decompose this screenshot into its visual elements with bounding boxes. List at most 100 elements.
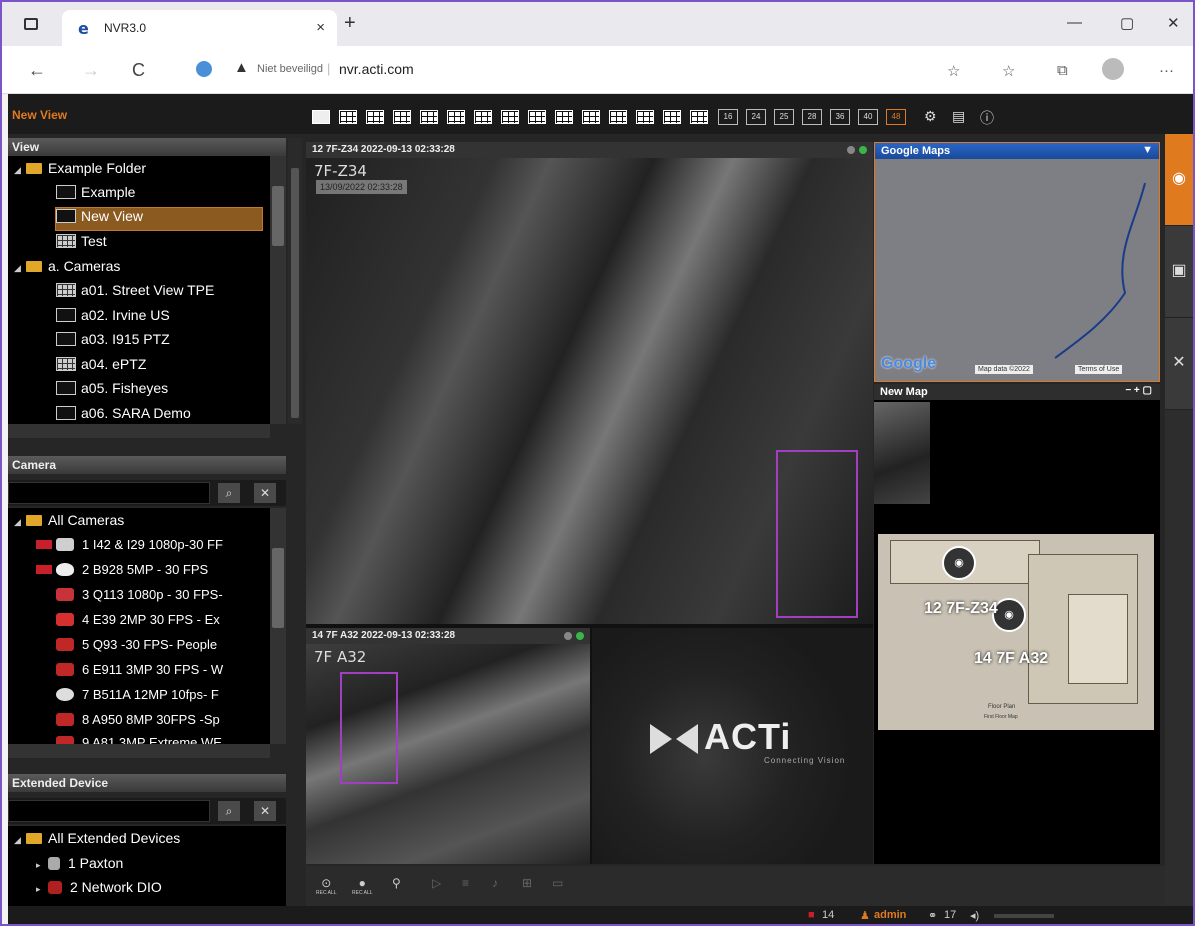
layout-20-button[interactable] <box>663 110 681 124</box>
warning-icon[interactable]: ▲ <box>234 59 249 76</box>
layout-22-button[interactable] <box>690 110 708 124</box>
layout-13b-button[interactable] <box>528 110 546 124</box>
info-icon[interactable]: ⓘ <box>980 108 994 128</box>
tree-folder-example[interactable]: ◢ Example Folder <box>14 160 146 182</box>
zoom-icon[interactable]: ⊞ <box>522 876 532 890</box>
tree-folder-all-cameras[interactable]: ◢ All Cameras <box>14 512 124 534</box>
layout-25n-button[interactable]: 25 <box>774 109 794 125</box>
close-window-button[interactable]: ✕ <box>1167 14 1180 32</box>
back-button[interactable]: ← <box>28 60 46 81</box>
tree-view-new-view[interactable]: New View <box>55 207 263 231</box>
splitter-thumb[interactable] <box>291 168 299 418</box>
camera-tree-scrollbar[interactable] <box>270 508 286 744</box>
camera-item[interactable]: 1 I42 & I29 1080p-30 FF <box>36 537 223 559</box>
tree-folder-all-extended[interactable]: ◢ All Extended Devices <box>14 830 180 852</box>
layout-19-button[interactable] <box>636 110 654 124</box>
current-user[interactable]: admin <box>874 909 906 921</box>
camera-item[interactable]: 6 E911 3MP 30 FPS - W <box>56 662 223 684</box>
camera-item[interactable]: 4 E39 2MP 30 FPS - Ex <box>56 612 220 634</box>
extended-item-dio[interactable]: ▸ 2 Network DIO <box>36 879 162 901</box>
tree-view-test[interactable]: Test <box>56 233 107 255</box>
view-tree-hscroll[interactable] <box>8 424 270 438</box>
playback-icon[interactable]: ▣ <box>1165 226 1193 318</box>
tree-view-a06[interactable]: a06. SARA Demo <box>56 405 191 424</box>
profile-icon[interactable] <box>1102 58 1124 80</box>
maximize-button[interactable]: ▢ <box>1120 14 1134 32</box>
search-icon[interactable]: ⌕ <box>218 801 240 821</box>
play-icon[interactable]: ▷ <box>432 876 441 890</box>
panel-splitter[interactable] <box>288 138 302 424</box>
layout-12-button[interactable] <box>474 110 492 124</box>
layout-36n-button[interactable]: 36 <box>830 109 850 125</box>
tree-view-a02[interactable]: a02. Irvine US <box>56 307 170 329</box>
tab-actions-icon[interactable] <box>24 18 38 30</box>
map-zoom-icons[interactable]: − + ▢ <box>1125 385 1152 396</box>
volume-icon[interactable]: ≡ <box>462 876 469 890</box>
fullscreen-icon[interactable]: ▭ <box>552 876 563 890</box>
google-maps-panel[interactable]: Google Maps ▼ Google Map data ©2022 Terms… <box>874 142 1160 382</box>
layout-4-button[interactable] <box>339 110 357 124</box>
extended-item-paxton[interactable]: ▸ 1 Paxton <box>36 855 123 877</box>
layout-16-button[interactable] <box>555 110 573 124</box>
scroll-thumb[interactable] <box>272 548 284 628</box>
camera-item[interactable]: 5 Q93 -30 FPS- People <box>56 637 217 659</box>
tree-view-a04[interactable]: a04. ePTZ <box>56 356 146 378</box>
layout-17-button[interactable] <box>609 110 627 124</box>
browser-tab[interactable]: e NVR3.0 × <box>62 10 337 46</box>
rec-all-button[interactable]: ⊙ REC ALL <box>316 876 337 896</box>
camera-item[interactable]: 7 B511A 12MP 10fps- F <box>56 687 219 709</box>
camera-item[interactable]: 3 Q113 1080p - 30 FPS- <box>56 587 223 609</box>
favorites-icon[interactable]: ☆ <box>1002 62 1015 80</box>
live-view-eye-icon[interactable]: ◉ <box>1165 134 1193 226</box>
layout-1-button[interactable] <box>312 110 330 124</box>
tree-folder-cameras[interactable]: ◢ a. Cameras <box>14 258 120 280</box>
document-icon[interactable]: ▤ <box>952 108 965 125</box>
empty-channel-logo[interactable]: ACTi Connecting Vision <box>592 628 873 864</box>
layout-9-button[interactable] <box>420 110 438 124</box>
settings-gear-icon[interactable]: ⚙ <box>924 108 937 125</box>
tree-view-a01[interactable]: a01. Street View TPE <box>56 282 214 304</box>
rec-all-stop-button[interactable]: ● REC ALL <box>352 876 373 896</box>
layout-48n-button[interactable]: 48 <box>886 109 906 125</box>
tree-view-a03[interactable]: a03. I915 PTZ <box>56 331 170 353</box>
view-tree-scrollbar[interactable] <box>270 156 286 424</box>
camera-view-7f-a32[interactable]: 14 7F A32 2022-09-13 02:33:28 7F A32 <box>306 628 590 864</box>
volume-slider[interactable] <box>994 914 1054 918</box>
floor-plan[interactable]: ◉ ◉ 12 7F-Z34 14 7F A32 Floor Plan First… <box>878 534 1154 730</box>
read-aloud-icon[interactable]: ☆ <box>947 62 960 80</box>
tab-close-button[interactable]: × <box>316 19 325 36</box>
layout-13-button[interactable] <box>501 110 519 124</box>
more-icon[interactable]: ··· <box>1159 62 1174 79</box>
new-tab-button[interactable]: + <box>344 12 356 35</box>
setup-tools-icon[interactable]: ✕ <box>1165 318 1193 410</box>
speaker-icon[interactable]: ◂) <box>970 909 979 922</box>
filter-icon[interactable]: ▼ <box>1142 144 1153 156</box>
reload-button[interactable]: C <box>132 60 145 81</box>
url-field[interactable]: ▲ Niet beveiligd | nvr.acti.com <box>184 56 964 84</box>
layout-28n-button[interactable]: 28 <box>802 109 822 125</box>
minimize-button[interactable]: — <box>1067 14 1082 31</box>
microphone-icon[interactable]: ♪ <box>492 876 498 890</box>
layout-6-button[interactable] <box>366 110 384 124</box>
terms-link[interactable]: Terms of Use <box>1075 365 1123 374</box>
layout-16b-button[interactable] <box>582 110 600 124</box>
extended-search-input[interactable] <box>8 800 210 822</box>
camera-tree-hscroll[interactable] <box>8 744 270 758</box>
collections-icon[interactable]: ⧉ <box>1057 62 1068 79</box>
layout-10-button[interactable] <box>447 110 465 124</box>
camera-item[interactable]: 2 B928 5MP - 30 FPS <box>36 562 208 584</box>
camera-view-7f-z34[interactable]: 12 7F-Z34 2022-09-13 02:33:28 7F-Z34 13/… <box>306 142 873 624</box>
camera-item[interactable]: 9 A81 3MP Extreme WE <box>56 735 222 744</box>
map-camera-marker-icon[interactable]: ◉ <box>942 546 976 580</box>
snapshot-icon[interactable]: ⚲ <box>392 876 401 890</box>
tree-view-a05[interactable]: a05. Fisheyes <box>56 380 168 402</box>
forward-button[interactable]: → <box>82 60 100 81</box>
layout-16n-button[interactable]: 16 <box>718 109 738 125</box>
scroll-thumb[interactable] <box>272 186 284 246</box>
layout-24n-button[interactable]: 24 <box>746 109 766 125</box>
clear-search-icon[interactable]: ✕ <box>254 801 276 821</box>
layout-8-button[interactable] <box>393 110 411 124</box>
camera-search-input[interactable] <box>8 482 210 504</box>
clear-search-icon[interactable]: ✕ <box>254 483 276 503</box>
search-icon[interactable]: ⌕ <box>218 483 240 503</box>
